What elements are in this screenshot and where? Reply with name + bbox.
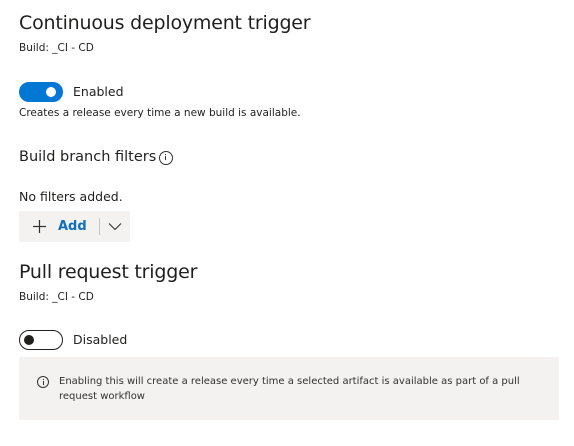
no-filters-text: No filters added. (19, 189, 123, 204)
cd-trigger-description: Creates a release every time a new build… (19, 107, 301, 119)
plus-icon (33, 220, 46, 233)
toggle-knob (24, 335, 34, 345)
pr-trigger-toggle[interactable] (19, 330, 63, 350)
pr-trigger-title: Pull request trigger (19, 261, 198, 283)
toggle-knob (46, 87, 56, 97)
add-filter-label: Add (58, 219, 87, 234)
info-icon[interactable] (159, 151, 173, 165)
pr-trigger-info-box: Enabling this will create a release ever… (19, 357, 559, 420)
pr-trigger-build-label: Build: _CI - CD (19, 291, 94, 303)
cd-trigger-toggle-state: Enabled (73, 84, 124, 99)
cd-trigger-build-label: Build: _CI - CD (19, 42, 94, 54)
pr-trigger-toggle-state: Disabled (73, 332, 128, 347)
build-branch-filters-heading: Build branch filters (19, 149, 157, 165)
info-icon (37, 376, 49, 388)
cd-trigger-title: Continuous deployment trigger (19, 12, 311, 34)
add-filter-split-button: Add (19, 211, 130, 242)
add-filter-dropdown-button[interactable] (100, 211, 130, 242)
chevron-down-icon (108, 223, 122, 231)
pr-trigger-info-text: Enabling this will create a release ever… (59, 376, 520, 402)
cd-trigger-toggle[interactable] (19, 82, 63, 102)
add-filter-button[interactable]: Add (19, 211, 99, 242)
